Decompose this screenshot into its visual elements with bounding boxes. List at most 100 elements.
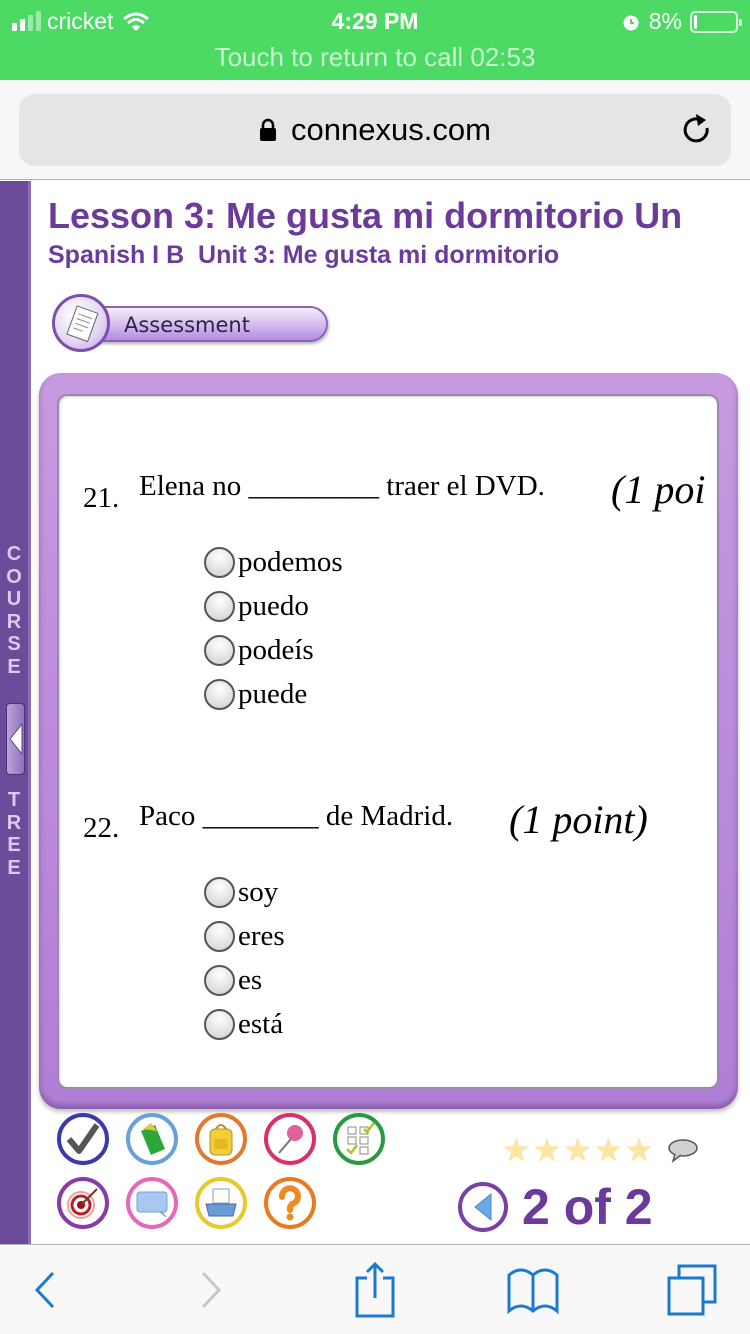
lesson-title: Lesson 3: Me gusta mi dormitorio Un	[48, 195, 683, 236]
assessment-label: Assessment	[124, 313, 250, 337]
radio-button[interactable]	[204, 634, 235, 666]
checkmark-icon	[66, 1123, 100, 1154]
reload-icon[interactable]	[679, 112, 715, 148]
battery-icon	[690, 10, 742, 33]
browser-address-area: connexus.com	[0, 80, 750, 180]
pushpin-tool-button[interactable]	[264, 1113, 316, 1165]
answer-option[interactable]: podeís	[204, 630, 314, 670]
radio-button[interactable]	[204, 920, 235, 952]
alarm-icon	[623, 15, 639, 30]
star-icon[interactable]: ★	[594, 1134, 623, 1166]
forward-button	[176, 1245, 246, 1334]
course-tree-letter: E	[7, 856, 21, 879]
rating-widget: ★ ★ ★ ★ ★	[502, 1134, 699, 1166]
radio-button[interactable]	[204, 1008, 235, 1040]
answer-option[interactable]: podemos	[204, 542, 343, 582]
course-tree-letter: U	[6, 588, 22, 610]
course-tree-sidebar[interactable]: C O U R S E T R E E	[0, 181, 31, 1244]
status-bar: cricket 4:29 PM 8% Touch to return to ca…	[0, 0, 750, 80]
share-button[interactable]	[340, 1245, 410, 1334]
notebook-icon	[141, 1123, 165, 1155]
course-tree-letter: E	[7, 834, 21, 856]
previous-page-button[interactable]	[458, 1182, 508, 1232]
share-icon	[355, 1262, 395, 1318]
return-to-call-banner[interactable]: Touch to return to call 02:53	[0, 42, 750, 73]
course-tree-letter: O	[6, 565, 22, 588]
radio-button[interactable]	[204, 876, 235, 908]
star-icon[interactable]: ★	[625, 1134, 654, 1166]
radio-button[interactable]	[204, 678, 235, 710]
target-tool-button[interactable]	[57, 1177, 109, 1229]
course-tree-letter: R	[6, 610, 22, 633]
bookmarks-button[interactable]	[498, 1245, 568, 1334]
course-tree-letter: S	[7, 633, 21, 655]
print-tool-button[interactable]	[195, 1177, 247, 1229]
question-points: (1 poi	[611, 467, 706, 512]
browser-toolbar	[0, 1244, 750, 1334]
unit-title: Spanish I B Unit 3: Me gusta mi dormitor…	[48, 241, 560, 269]
tabs-button[interactable]	[658, 1245, 728, 1334]
course-tree-letter: R	[6, 811, 22, 834]
radio-button[interactable]	[204, 590, 235, 622]
message-tool-button[interactable]	[126, 1177, 178, 1229]
option-label: puede	[238, 677, 308, 710]
question-number: 21.	[83, 482, 120, 514]
document-icon	[52, 294, 110, 352]
back-button[interactable]	[10, 1245, 80, 1334]
chevron-right-icon	[201, 1271, 222, 1309]
check-tool-button[interactable]	[57, 1113, 109, 1165]
course-tree-toggle[interactable]	[6, 703, 25, 775]
radio-button[interactable]	[204, 964, 235, 996]
option-label: puedo	[238, 589, 309, 622]
answer-option[interactable]: soy	[204, 872, 278, 912]
target-icon	[67, 1188, 98, 1219]
answer-option[interactable]: puede	[204, 674, 307, 714]
option-label: eres	[238, 919, 285, 952]
backpack-icon	[209, 1124, 233, 1156]
address-bar[interactable]: connexus.com	[19, 94, 731, 166]
option-label: podemos	[238, 545, 343, 578]
question-text: Paco ________ de Madrid.	[139, 800, 454, 832]
help-tool-button[interactable]	[264, 1177, 316, 1229]
pager: 2 of 2	[458, 1178, 653, 1236]
message-icon	[136, 1191, 168, 1218]
question-panel: 21. Elena no _________ traer el DVD. (1 …	[57, 394, 719, 1089]
url-text: connexus.com	[291, 112, 491, 147]
backpack-tool-button[interactable]	[195, 1113, 247, 1165]
answer-option[interactable]: eres	[204, 916, 285, 956]
course-tree-letter: E	[7, 655, 21, 678]
triangle-left-icon	[474, 1192, 492, 1222]
star-icon[interactable]: ★	[563, 1134, 592, 1166]
pushpin-icon	[278, 1125, 303, 1154]
battery-percent: 8%	[648, 8, 682, 34]
checklist-tool-button[interactable]	[333, 1113, 385, 1165]
help-icon	[279, 1185, 301, 1221]
book-icon	[507, 1268, 559, 1315]
option-label: es	[238, 963, 263, 996]
lock-icon	[260, 118, 277, 141]
star-icon[interactable]: ★	[533, 1134, 562, 1166]
chevron-left-icon	[9, 722, 23, 756]
tabs-icon	[667, 1264, 717, 1316]
assessment-button[interactable]: Assessment	[52, 294, 330, 354]
option-label: podeís	[238, 633, 314, 666]
answer-option[interactable]: puedo	[204, 586, 309, 626]
option-label: soy	[238, 875, 279, 908]
assessment-frame: 21. Elena no _________ traer el DVD. (1 …	[39, 373, 738, 1109]
printer-icon	[205, 1188, 237, 1217]
checklist-icon	[346, 1122, 375, 1155]
course-tree-letter: T	[7, 789, 21, 811]
page-count: 2 of 2	[522, 1179, 653, 1235]
question-points: (1 point)	[509, 797, 648, 842]
radio-button[interactable]	[204, 546, 235, 578]
chevron-left-icon	[34, 1271, 55, 1309]
star-icon[interactable]: ★	[502, 1134, 531, 1166]
question-text: Elena no _________ traer el DVD.	[139, 470, 545, 502]
answer-option[interactable]: es	[204, 960, 262, 1000]
comment-icon[interactable]	[667, 1137, 699, 1163]
option-label: está	[238, 1007, 284, 1040]
answer-option[interactable]: está	[204, 1004, 283, 1044]
page-content: C O U R S E T R E E Lesson 3: Me gusta m…	[0, 181, 750, 1244]
notebook-tool-button[interactable]	[126, 1113, 178, 1165]
question-number: 22.	[83, 812, 120, 844]
